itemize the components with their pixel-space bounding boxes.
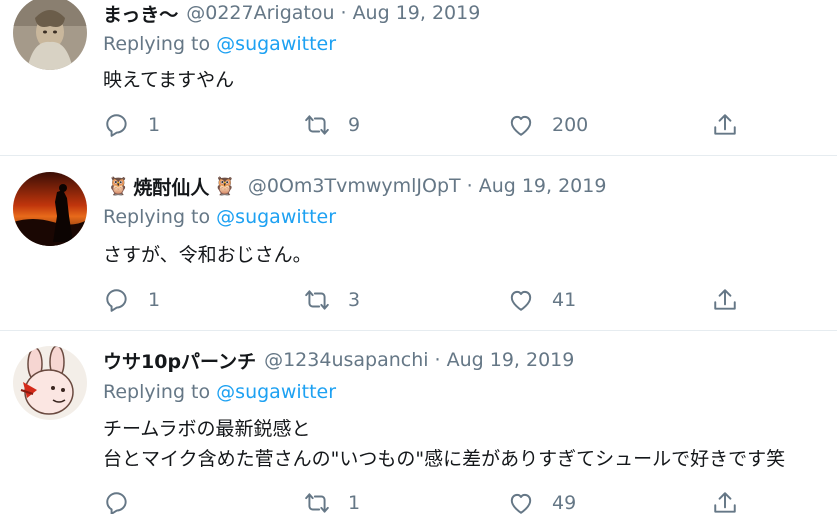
retweet-count: 9: [348, 114, 361, 136]
replying-label: Replying to: [103, 206, 211, 228]
share-icon: [714, 492, 736, 513]
retweet-count: 1: [348, 492, 361, 514]
like-count: 41: [552, 289, 577, 311]
retweet-icon: [305, 290, 329, 310]
tweet-text: チームラボの最新鋭感と 台とマイク含めた菅さんの"いつもの"感に差がありすぎてシ…: [103, 414, 785, 474]
display-name[interactable]: ウサ10pパーンチ: [103, 347, 256, 374]
retweet-button[interactable]: 1: [304, 488, 360, 514]
separator-dot: ·: [434, 349, 441, 371]
share-button[interactable]: [712, 110, 738, 140]
avatar[interactable]: [13, 172, 87, 246]
replying-to: Replying to @sugawitter: [103, 33, 336, 55]
tweet-text-line: 台とマイク含めた菅さんの"いつもの"感に差がありすぎてシュールで好きです笑: [103, 448, 786, 470]
reply-button[interactable]: 1: [104, 110, 160, 140]
mention-link[interactable]: @sugawitter: [216, 381, 336, 403]
reply-icon: [106, 289, 127, 312]
user-handle[interactable]: @1234usapanchi: [264, 349, 428, 371]
like-button[interactable]: 49: [508, 488, 576, 514]
tweet-date[interactable]: Aug 19, 2019: [479, 175, 607, 197]
share-button[interactable]: [712, 488, 738, 514]
like-count: 200: [552, 114, 589, 136]
reply-button[interactable]: 1: [104, 285, 160, 315]
avatar[interactable]: [13, 346, 87, 420]
display-name[interactable]: まっき～: [103, 0, 178, 27]
tweet[interactable]: まっき～ @0227Arigatou · Aug 19, 2019 Replyi…: [0, 0, 837, 156]
mention-link[interactable]: @sugawitter: [216, 33, 336, 55]
reply-count: 1: [148, 289, 161, 311]
replying-to: Replying to @sugawitter: [103, 206, 336, 228]
tweet-text-line: 映えてますやん: [103, 69, 235, 91]
retweet-icon: [305, 493, 329, 513]
share-icon: [714, 289, 736, 310]
retweet-button[interactable]: 9: [304, 110, 360, 140]
reply-icon: [106, 114, 127, 137]
reply-count: 1: [148, 114, 161, 136]
share-button[interactable]: [712, 285, 738, 315]
tweet-date[interactable]: Aug 19, 2019: [353, 2, 481, 24]
display-name[interactable]: 焼酎仙人: [133, 173, 209, 200]
replying-label: Replying to: [103, 33, 211, 55]
owl-icon: 🦉: [213, 175, 236, 197]
replying-label: Replying to: [103, 381, 211, 403]
mention-link[interactable]: @sugawitter: [216, 206, 336, 228]
user-handle[interactable]: @0Om3TvmwymlJOpT: [248, 175, 461, 197]
reply-button[interactable]: [104, 488, 148, 514]
tweet-text-line: さすが、令和おじさん。: [103, 244, 312, 266]
like-count: 49: [552, 492, 577, 514]
retweet-icon: [305, 115, 329, 135]
tweet[interactable]: ウサ10pパーンチ @1234usapanchi · Aug 19, 2019 …: [0, 331, 837, 514]
owl-icon: 🦉: [107, 175, 130, 197]
separator-dot: ·: [340, 2, 347, 24]
tweet-date[interactable]: Aug 19, 2019: [447, 349, 575, 371]
like-icon: [510, 290, 532, 311]
retweet-button[interactable]: 3: [304, 285, 360, 315]
like-icon: [510, 115, 532, 136]
like-icon: [510, 493, 532, 514]
retweet-count: 3: [348, 289, 361, 311]
like-button[interactable]: 41: [508, 285, 576, 315]
user-handle[interactable]: @0227Arigatou: [186, 2, 334, 24]
tweet-text-line: チームラボの最新鋭感と: [103, 418, 311, 440]
reply-icon: [106, 492, 127, 514]
replying-to: Replying to @sugawitter: [103, 381, 336, 403]
share-icon: [714, 114, 736, 135]
avatar[interactable]: [13, 0, 87, 70]
tweet-text: 映えてますやん: [103, 65, 234, 95]
tweet-text: さすが、令和おじさん。: [103, 240, 312, 270]
separator-dot: ·: [466, 175, 473, 197]
like-button[interactable]: 200: [508, 110, 588, 140]
tweet[interactable]: 🦉 焼酎仙人 🦉 @0Om3TvmwymlJOpT · Aug 19, 2019…: [0, 156, 837, 330]
